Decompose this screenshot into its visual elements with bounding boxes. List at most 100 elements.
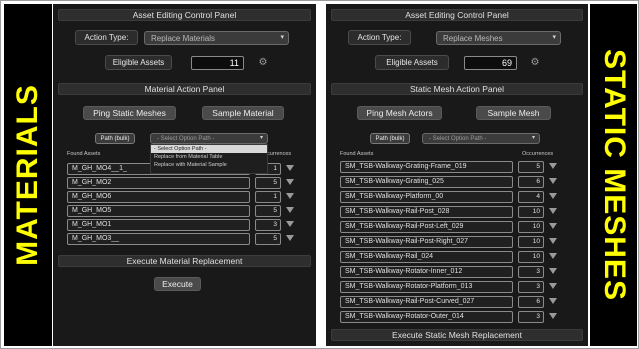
eligible-assets-label: Eligible Assets xyxy=(375,55,449,70)
row-dropdown-arrow-icon[interactable] xyxy=(286,221,294,227)
action-type-select[interactable]: Replace Meshes ▾ xyxy=(436,31,561,45)
asset-name: SM_TSB-Walkway-Rotator-Inner_012 xyxy=(340,266,513,278)
table-row[interactable]: SM_TSB-Walkway-Grating-Frame_019 5 xyxy=(340,161,570,173)
gear-icon[interactable]: ⚙ xyxy=(530,58,540,68)
table-row[interactable]: SM_TSB-Walkway-Rail_024 10 xyxy=(340,251,570,263)
table-row[interactable]: SM_TSB-Walkway-Rotator-Outer_014 3 xyxy=(340,311,570,323)
occurrence-count: 6 xyxy=(518,296,544,308)
chevron-down-icon: ▾ xyxy=(531,135,535,141)
row-dropdown-arrow-icon[interactable] xyxy=(549,193,557,199)
asset-editing-header: Asset Editing Control Panel xyxy=(331,9,583,21)
static-meshes-side-label: STATIC MESHES xyxy=(590,4,637,346)
screenshot-frame: MATERIALS STATIC MESHES Asset Editing Co… xyxy=(0,0,639,349)
row-dropdown-arrow-icon[interactable] xyxy=(549,238,557,244)
asset-name: SM_TSB-Walkway-Platform_00 xyxy=(340,191,513,203)
table-row[interactable]: SM_TSB-Walkway-Grating_025 6 xyxy=(340,176,570,188)
dropdown-option[interactable]: - Select Option Path - xyxy=(151,145,267,153)
action-type-value: Replace Meshes xyxy=(443,33,503,43)
asset-name: M_GH_MO2 xyxy=(67,177,250,189)
eligible-assets-label: Eligible Assets xyxy=(105,55,172,70)
row-dropdown-arrow-icon[interactable] xyxy=(549,208,557,214)
execute-static-mesh-replacement-header: Execute Static Mesh Replacement xyxy=(331,329,583,341)
table-row[interactable]: M_GH_MO2 5 xyxy=(67,177,297,189)
path-bulk-button[interactable]: Path (bulk) xyxy=(370,133,410,144)
asset-name: SM_TSB-Walkway-Grating_025 xyxy=(340,176,513,188)
row-dropdown-arrow-icon[interactable] xyxy=(286,165,294,171)
occurrence-count: 10 xyxy=(518,236,544,248)
table-row[interactable]: SM_TSB-Walkway-Rotator-Inner_012 3 xyxy=(340,266,570,278)
asset-name: SM_TSB-Walkway-Grating-Frame_019 xyxy=(340,161,513,173)
row-dropdown-arrow-icon[interactable] xyxy=(286,207,294,213)
dropdown-option[interactable]: Replace from Material Table xyxy=(151,153,267,161)
gear-icon[interactable]: ⚙ xyxy=(258,58,268,68)
option-path-select-value: - Select Option Path - xyxy=(157,135,215,142)
occurrence-count: 3 xyxy=(518,311,544,323)
table-row[interactable]: SM_TSB-Walkway-Rail-Post-Right_027 10 xyxy=(340,236,570,248)
static-meshes-panel: Asset Editing Control Panel Action Type:… xyxy=(326,4,588,346)
table-row[interactable]: M_GH_MO3__ 5 xyxy=(67,233,297,245)
row-dropdown-arrow-icon[interactable] xyxy=(549,253,557,259)
table-row[interactable]: M_GH_MO1 3 xyxy=(67,219,297,231)
found-assets-label: Found Assets xyxy=(340,151,374,157)
asset-name: SM_TSB-Walkway-Rail-Post-Left_029 xyxy=(340,221,513,233)
action-type-value: Replace Materials xyxy=(151,33,216,43)
table-row[interactable]: SM_TSB-Walkway-Rail-Post-Left_029 10 xyxy=(340,221,570,233)
action-type-label: Action Type: xyxy=(75,30,138,45)
asset-name: M_GH_MO3__ xyxy=(67,233,250,245)
row-dropdown-arrow-icon[interactable] xyxy=(286,193,294,199)
occurrence-count: 3 xyxy=(518,281,544,293)
row-dropdown-arrow-icon[interactable] xyxy=(549,283,557,289)
action-type-select[interactable]: Replace Materials ▾ xyxy=(144,31,289,45)
occurrence-count: 5 xyxy=(255,205,281,217)
action-type-label: Action Type: xyxy=(348,30,411,45)
option-path-select[interactable]: - Select Option Path - ▾ xyxy=(150,133,268,144)
asset-name: SM_TSB-Walkway-Rail-Post_028 xyxy=(340,206,513,218)
ping-static-meshes-button[interactable]: Ping Static Meshes xyxy=(83,106,176,120)
chevron-down-icon: ▾ xyxy=(259,135,263,141)
option-path-select-value: - Select Option Path - xyxy=(429,135,487,142)
materials-panel: Asset Editing Control Panel Action Type:… xyxy=(53,4,316,346)
execute-material-replacement-header: Execute Material Replacement xyxy=(58,255,311,267)
asset-name: M_GH_MO6 xyxy=(67,191,250,203)
asset-name: M_GH_MO5 xyxy=(67,205,250,217)
path-bulk-button[interactable]: Path (bulk) xyxy=(95,133,135,144)
occurrence-count: 10 xyxy=(518,206,544,218)
material-action-panel-header: Material Action Panel xyxy=(58,83,311,95)
table-row[interactable]: SM_TSB-Walkway-Rail-Post_028 10 xyxy=(340,206,570,218)
table-row[interactable]: M_GH_MO6 1 xyxy=(67,191,297,203)
materials-side-label: MATERIALS xyxy=(4,4,52,346)
sample-material-button[interactable]: Sample Material xyxy=(202,106,284,120)
eligible-assets-count: 69 xyxy=(464,56,517,70)
static-mesh-action-panel-header: Static Mesh Action Panel xyxy=(331,83,583,95)
dropdown-option[interactable]: Replace with Material Sample xyxy=(151,161,267,169)
row-dropdown-arrow-icon[interactable] xyxy=(549,298,557,304)
eligible-assets-count: 11 xyxy=(191,56,244,70)
occurrence-count: 4 xyxy=(518,191,544,203)
asset-name: SM_TSB-Walkway-Rail-Post-Right_027 xyxy=(340,236,513,248)
table-row[interactable]: SM_TSB-Walkway-Rotator-Platform_013 3 xyxy=(340,281,570,293)
ping-mesh-actors-button[interactable]: Ping Mesh Actors xyxy=(357,106,442,120)
option-path-dropdown: - Select Option Path - Replace from Mate… xyxy=(150,144,268,174)
occurrences-label: Occurrences xyxy=(522,151,554,157)
execute-button[interactable]: Execute xyxy=(154,277,201,291)
table-row[interactable]: M_GH_MO5 5 xyxy=(67,205,297,217)
chevron-down-icon: ▾ xyxy=(280,34,284,41)
found-assets-label: Found Assets xyxy=(67,151,101,157)
row-dropdown-arrow-icon[interactable] xyxy=(549,313,557,319)
row-dropdown-arrow-icon[interactable] xyxy=(286,235,294,241)
sample-mesh-button[interactable]: Sample Mesh xyxy=(476,106,551,120)
row-dropdown-arrow-icon[interactable] xyxy=(549,178,557,184)
row-dropdown-arrow-icon[interactable] xyxy=(286,179,294,185)
table-row[interactable]: SM_TSB-Walkway-Platform_00 4 xyxy=(340,191,570,203)
asset-name: SM_TSB-Walkway-Rail_024 xyxy=(340,251,513,263)
chevron-down-icon: ▾ xyxy=(552,34,556,41)
static-meshes-side-label-text: STATIC MESHES xyxy=(597,49,631,301)
row-dropdown-arrow-icon[interactable] xyxy=(549,163,557,169)
occurrence-count: 5 xyxy=(518,161,544,173)
asset-name: SM_TSB-Walkway-Rotator-Platform_013 xyxy=(340,281,513,293)
row-dropdown-arrow-icon[interactable] xyxy=(549,223,557,229)
table-row[interactable]: SM_TSB-Walkway-Rail-Post-Curved_027 6 xyxy=(340,296,570,308)
row-dropdown-arrow-icon[interactable] xyxy=(549,268,557,274)
option-path-select[interactable]: - Select Option Path - ▾ xyxy=(422,133,540,144)
occurrence-count: 6 xyxy=(518,176,544,188)
